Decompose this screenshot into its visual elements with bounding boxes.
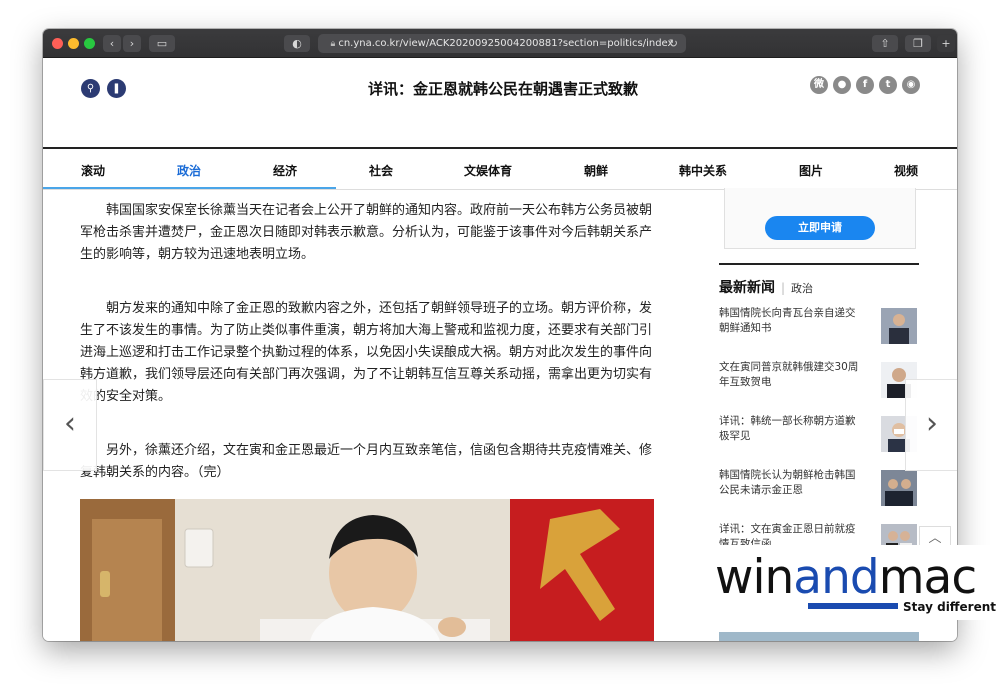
search-icon[interactable]: ⚲ — [81, 79, 100, 98]
news-item-title[interactable]: 韩国情院长向青瓦台亲自递交朝鲜通知书 — [719, 306, 864, 336]
news-thumbnail[interactable] — [719, 632, 919, 641]
tabs-overview-button[interactable]: ❐ — [905, 35, 931, 52]
chevron-left-icon: ‹ — [109, 37, 115, 50]
prev-article-button[interactable]: ‹ — [43, 379, 97, 471]
photo-illustration — [80, 499, 654, 641]
divider: | — [781, 281, 786, 295]
weibo-icon[interactable]: 微 — [810, 76, 828, 94]
privacy-report-button[interactable]: ◐ — [284, 35, 310, 52]
nav-item-politics[interactable]: 政治 — [177, 162, 201, 179]
chevron-right-icon: › — [926, 406, 938, 441]
back-button[interactable]: ‹ — [103, 35, 121, 52]
apply-button[interactable]: 立即申请 — [765, 216, 875, 240]
news-item-title[interactable]: 文在寅同普京就韩俄建交30周年互致贺电 — [719, 360, 864, 390]
rss-icon[interactable]: ◉ — [902, 76, 920, 94]
url-text: cn.yna.co.kr/view/ACK20200925004200881?s… — [338, 38, 674, 49]
nav-progress-bar — [43, 187, 336, 189]
article-body: 韩国国家安保室长徐薰当天在记者会上公开了朝鲜的通知内容。政府前一天公布韩方公务员… — [80, 200, 655, 516]
news-item[interactable]: 详讯：韩统一部长称朝方道歉极罕见 — [719, 414, 919, 458]
article-paragraph: 另外，徐薰还介绍，文在寅和金正恩最近一个月内互致亲笔信，信函包含期待共克疫情难关… — [80, 443, 653, 480]
watermark-underline — [808, 603, 898, 609]
article-paragraph: 朝方发来的通知中除了金正恩的致歉内容之外，还包括了朝鲜领导班子的立场。朝方评价称… — [80, 301, 653, 404]
twitter-icon[interactable]: t — [879, 76, 897, 94]
nav-item-north-korea[interactable]: 朝鲜 — [584, 162, 608, 179]
news-item-title[interactable]: 韩国情院长认为朝鲜枪击韩国公民未请示金正恩 — [719, 468, 864, 498]
forward-button[interactable]: › — [123, 35, 141, 52]
next-article-button[interactable]: › — [905, 379, 957, 471]
share-button[interactable]: ⇧ — [872, 35, 898, 52]
latest-news-header: 最新新闻 | 政治 — [719, 263, 919, 297]
lock-icon: 🔒︎ — [330, 39, 336, 49]
news-item[interactable]: 韩国情院长向青瓦台亲自递交朝鲜通知书 — [719, 306, 919, 350]
nav-item-society[interactable]: 社会 — [369, 162, 393, 179]
plus-icon: + — [941, 37, 951, 50]
nav-item-entertainment[interactable]: 文娱体育 — [464, 162, 512, 179]
news-thumbnail[interactable] — [881, 308, 917, 344]
latest-news-section[interactable]: 政治 — [791, 282, 813, 295]
nav-item-economy[interactable]: 经济 — [273, 162, 297, 179]
news-thumbnail[interactable] — [881, 470, 917, 506]
sidebar-icon: ▭ — [156, 37, 168, 50]
zoom-window-button[interactable] — [84, 38, 95, 49]
site-header: ⚲ ❚ 详讯：金正恩就韩公民在朝遇害正式致歉 微 ● f t ◉ — [43, 58, 957, 118]
tabs-icon: ❐ — [913, 37, 923, 50]
news-item[interactable]: 韩国情院长认为朝鲜枪击韩国公民未请示金正恩 — [719, 468, 919, 512]
minimize-window-button[interactable] — [68, 38, 79, 49]
chevron-up-icon: ︿ — [928, 531, 942, 546]
article-photo — [80, 499, 654, 641]
sidebar-toggle-button[interactable]: ▭ — [149, 35, 175, 52]
shield-icon: ◐ — [292, 37, 302, 50]
chevron-right-icon: › — [129, 37, 135, 50]
nav-item-photos[interactable]: 图片 — [799, 162, 823, 179]
article-paragraph: 韩国国家安保室长徐薰当天在记者会上公开了朝鲜的通知内容。政府前一天公布韩方公务员… — [80, 203, 653, 262]
nav-item-video[interactable]: 视频 — [894, 162, 918, 179]
chevron-left-icon: ‹ — [64, 406, 76, 441]
watermark-logo: winandmac — [715, 550, 977, 605]
address-bar[interactable]: 🔒︎ cn.yna.co.kr/view/ACK20200925004200881… — [318, 34, 686, 53]
close-window-button[interactable] — [52, 38, 63, 49]
promo-box: 立即申请 — [724, 188, 916, 249]
news-item[interactable] — [719, 632, 919, 641]
winandmac-watermark: winandmac Stay different — [713, 545, 1000, 620]
facebook-icon[interactable]: f — [856, 76, 874, 94]
share-icon: ⇧ — [880, 37, 890, 50]
wechat-icon[interactable]: ● — [833, 76, 851, 94]
main-nav: 滚动 政治 经济 社会 文娱体育 朝鲜 韩中关系 图片 视频 — [43, 147, 957, 190]
latest-news-title: 最新新闻 — [719, 280, 775, 296]
news-item-title[interactable]: 详讯：韩统一部长称朝方道歉极罕见 — [719, 414, 864, 444]
new-tab-button[interactable]: + — [937, 35, 955, 52]
news-item[interactable]: 文在寅同普京就韩俄建交30周年互致贺电 — [719, 360, 919, 404]
watermark-tagline: Stay different — [903, 600, 997, 614]
bookmark-icon[interactable]: ❚ — [107, 79, 126, 98]
thumbnail-image — [881, 308, 917, 344]
nav-item-korea-china[interactable]: 韩中关系 — [679, 162, 727, 179]
page-title: 详讯：金正恩就韩公民在朝遇害正式致歉 — [367, 80, 638, 98]
browser-toolbar: ‹ › ▭ ◐ 🔒︎ cn.yna.co.kr/view/ACK202009250… — [43, 29, 957, 58]
nav-item-scroll[interactable]: 滚动 — [81, 162, 105, 179]
thumbnail-image — [881, 470, 917, 506]
reload-icon[interactable]: ↻ — [669, 34, 678, 53]
